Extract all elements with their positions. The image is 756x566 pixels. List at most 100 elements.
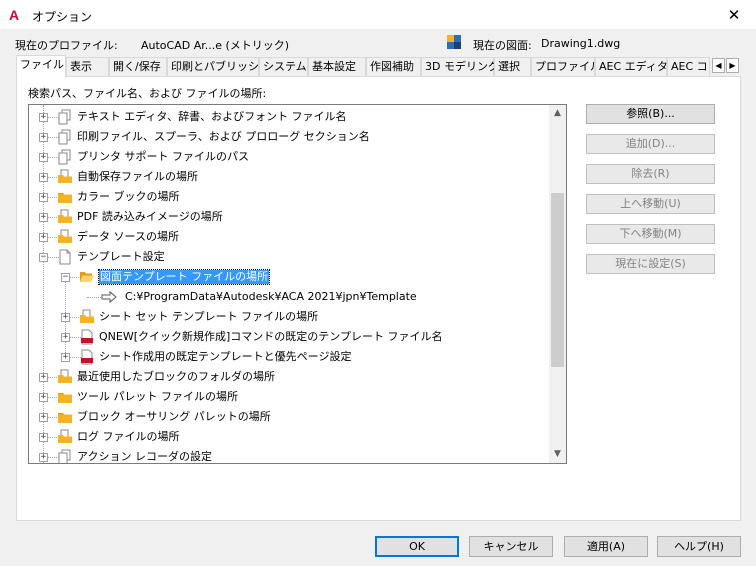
expand-icon[interactable]: + <box>39 373 48 382</box>
tab-aec-editor[interactable]: AEC エディタ <box>595 57 668 77</box>
tab-drafting[interactable]: 作図補助 <box>366 57 421 77</box>
move-up-button[interactable]: 上へ移動(U) <box>586 194 715 214</box>
tree-node-label: プリンタ サポート ファイルのパス <box>77 150 249 163</box>
tab-system[interactable]: システム <box>259 57 308 77</box>
cancel-button[interactable]: キャンセル <box>469 536 553 557</box>
tree-node-label: シート作成用の既定テンプレートと優先ページ設定 <box>99 350 352 363</box>
tab-user-preferences[interactable]: 基本設定 <box>308 57 366 77</box>
tab-scroll-right-button[interactable]: ▶ <box>726 58 739 73</box>
tree-node[interactable]: − テンプレート設定 <box>29 247 549 267</box>
tree-node[interactable]: + PDF 読み込みイメージの場所 <box>29 207 549 227</box>
tab-plot-publish[interactable]: 印刷とパブリッシュ <box>167 57 270 77</box>
remove-button[interactable]: 除去(R) <box>586 164 715 184</box>
collapse-icon[interactable]: − <box>39 253 48 262</box>
tree-node[interactable]: C:¥ProgramData¥Autodesk¥ACA 2021¥jpn¥Tem… <box>29 287 549 307</box>
tree-node-label: QNEW[クイック新規作成]コマンドの既定のテンプレート ファイル名 <box>99 330 443 343</box>
folder-icon <box>57 409 73 425</box>
folder-icon <box>57 389 73 405</box>
page-icon <box>57 249 73 265</box>
expand-icon[interactable]: + <box>39 413 48 422</box>
drawing-icon <box>447 35 461 49</box>
tree-node-label: ツール パレット ファイルの場所 <box>77 390 238 403</box>
tree-node[interactable]: + カラー ブックの場所 <box>29 187 549 207</box>
pages-icon <box>57 449 73 463</box>
scroll-thumb[interactable] <box>551 193 564 367</box>
tree-node[interactable]: + プリンタ サポート ファイルのパス <box>29 147 549 167</box>
tree-vertical-scrollbar[interactable]: ▲ ▼ <box>549 105 566 463</box>
collapse-icon[interactable]: − <box>61 273 70 282</box>
autocad-app-icon: A <box>9 7 20 23</box>
tree-node[interactable]: + 印刷ファイル、スプーラ、および プロローグ セクション名 <box>29 127 549 147</box>
expand-icon[interactable]: + <box>61 313 70 322</box>
tree-node[interactable]: + シート セット テンプレート ファイルの場所 <box>29 307 549 327</box>
tree-node[interactable]: − 図面テンプレート ファイルの場所 <box>29 267 549 287</box>
tree-node[interactable]: + データ ソースの場所 <box>29 227 549 247</box>
expand-icon[interactable]: + <box>39 433 48 442</box>
current-drawing-value: Drawing1.dwg <box>541 37 621 50</box>
tree-node-label: シート セット テンプレート ファイルの場所 <box>99 310 319 323</box>
folder-doc-icon <box>57 369 73 385</box>
folder-icon <box>57 189 73 205</box>
browse-button[interactable]: 参照(B)... <box>586 104 715 124</box>
search-path-tree[interactable]: + テキスト エディタ、辞書、およびフォント ファイル名 + 印刷ファイル、スプーラ、… <box>28 104 567 464</box>
add-button[interactable]: 追加(D)... <box>586 134 715 154</box>
move-down-button[interactable]: 下へ移動(M) <box>586 224 715 244</box>
dwt-file-icon <box>79 329 95 345</box>
current-profile-label: 現在のプロファイル: <box>15 39 118 52</box>
tab-selection[interactable]: 選択 <box>494 57 531 77</box>
tree-node[interactable]: + アクション レコーダの設定 <box>29 447 549 463</box>
expand-icon[interactable]: + <box>39 133 48 142</box>
pages-icon <box>57 109 73 125</box>
tree-node[interactable]: + ツール パレット ファイルの場所 <box>29 387 549 407</box>
search-paths-label: 検索パス、ファイル名、および ファイルの場所: <box>28 87 267 100</box>
expand-icon[interactable]: + <box>39 113 48 122</box>
close-button[interactable]: ✕ <box>716 4 752 26</box>
folder-doc-icon <box>57 209 73 225</box>
current-profile-value: AutoCAD Ar...e (メトリック) <box>141 39 290 52</box>
tree-node-label: 自動保存ファイルの場所 <box>77 170 198 183</box>
expand-icon[interactable]: + <box>39 453 48 462</box>
tab-profiles[interactable]: プロファイル <box>531 57 601 77</box>
tree-node-label: C:¥ProgramData¥Autodesk¥ACA 2021¥jpn¥Tem… <box>125 290 417 303</box>
dwt-file-icon <box>79 349 95 365</box>
scroll-up-arrow-icon[interactable]: ▲ <box>549 105 566 122</box>
tree-node[interactable]: + テキスト エディタ、辞書、およびフォント ファイル名 <box>29 107 549 127</box>
tree-node[interactable]: + 最近使用したブロックのフォルダの場所 <box>29 367 549 387</box>
window-title: オプション <box>32 10 93 24</box>
expand-icon[interactable]: + <box>39 193 48 202</box>
tree-node-label: PDF 読み込みイメージの場所 <box>77 210 223 223</box>
tree-node[interactable]: + シート作成用の既定テンプレートと優先ページ設定 <box>29 347 549 367</box>
apply-button[interactable]: 適用(A) <box>564 536 648 557</box>
tree-node-label: テンプレート設定 <box>77 250 165 263</box>
tree-node[interactable]: + 自動保存ファイルの場所 <box>29 167 549 187</box>
tab-scroll-left-button[interactable]: ◀ <box>712 58 725 73</box>
tree-node-label: データ ソースの場所 <box>77 230 179 243</box>
expand-icon[interactable]: + <box>39 153 48 162</box>
help-button[interactable]: ヘルプ(H) <box>657 536 741 557</box>
ok-button[interactable]: OK <box>375 536 459 557</box>
expand-icon[interactable]: + <box>39 393 48 402</box>
folder-doc-icon <box>79 309 95 325</box>
expand-icon[interactable]: + <box>61 333 70 342</box>
tree-node-label: 図面テンプレート ファイルの場所 <box>97 269 271 285</box>
expand-icon[interactable]: + <box>39 233 48 242</box>
pages-icon <box>57 149 73 165</box>
tab-files[interactable]: ファイル <box>16 55 66 78</box>
pages-icon <box>57 129 73 145</box>
tab-open-save[interactable]: 開く/保存 <box>109 57 167 77</box>
tab-3d-modeling[interactable]: 3D モデリング <box>421 57 499 77</box>
tree-node-label: ブロック オーサリング パレットの場所 <box>77 410 271 423</box>
folder-doc-icon <box>57 429 73 445</box>
scroll-down-arrow-icon[interactable]: ▼ <box>549 446 566 463</box>
tab-display[interactable]: 表示 <box>66 57 109 77</box>
expand-icon[interactable]: + <box>39 173 48 182</box>
set-current-button[interactable]: 現在に設定(S) <box>586 254 715 274</box>
expand-icon[interactable]: + <box>61 353 70 362</box>
expand-icon[interactable]: + <box>39 213 48 222</box>
path-arrow-icon <box>101 289 117 305</box>
tree-node[interactable]: + QNEW[クイック新規作成]コマンドの既定のテンプレート ファイル名 <box>29 327 549 347</box>
tree-node[interactable]: + ブロック オーサリング パレットの場所 <box>29 407 549 427</box>
tree-node-label: 最近使用したブロックのフォルダの場所 <box>77 370 275 383</box>
tree-node[interactable]: + ログ ファイルの場所 <box>29 427 549 447</box>
tab-aec-content[interactable]: AEC コ <box>667 57 710 77</box>
